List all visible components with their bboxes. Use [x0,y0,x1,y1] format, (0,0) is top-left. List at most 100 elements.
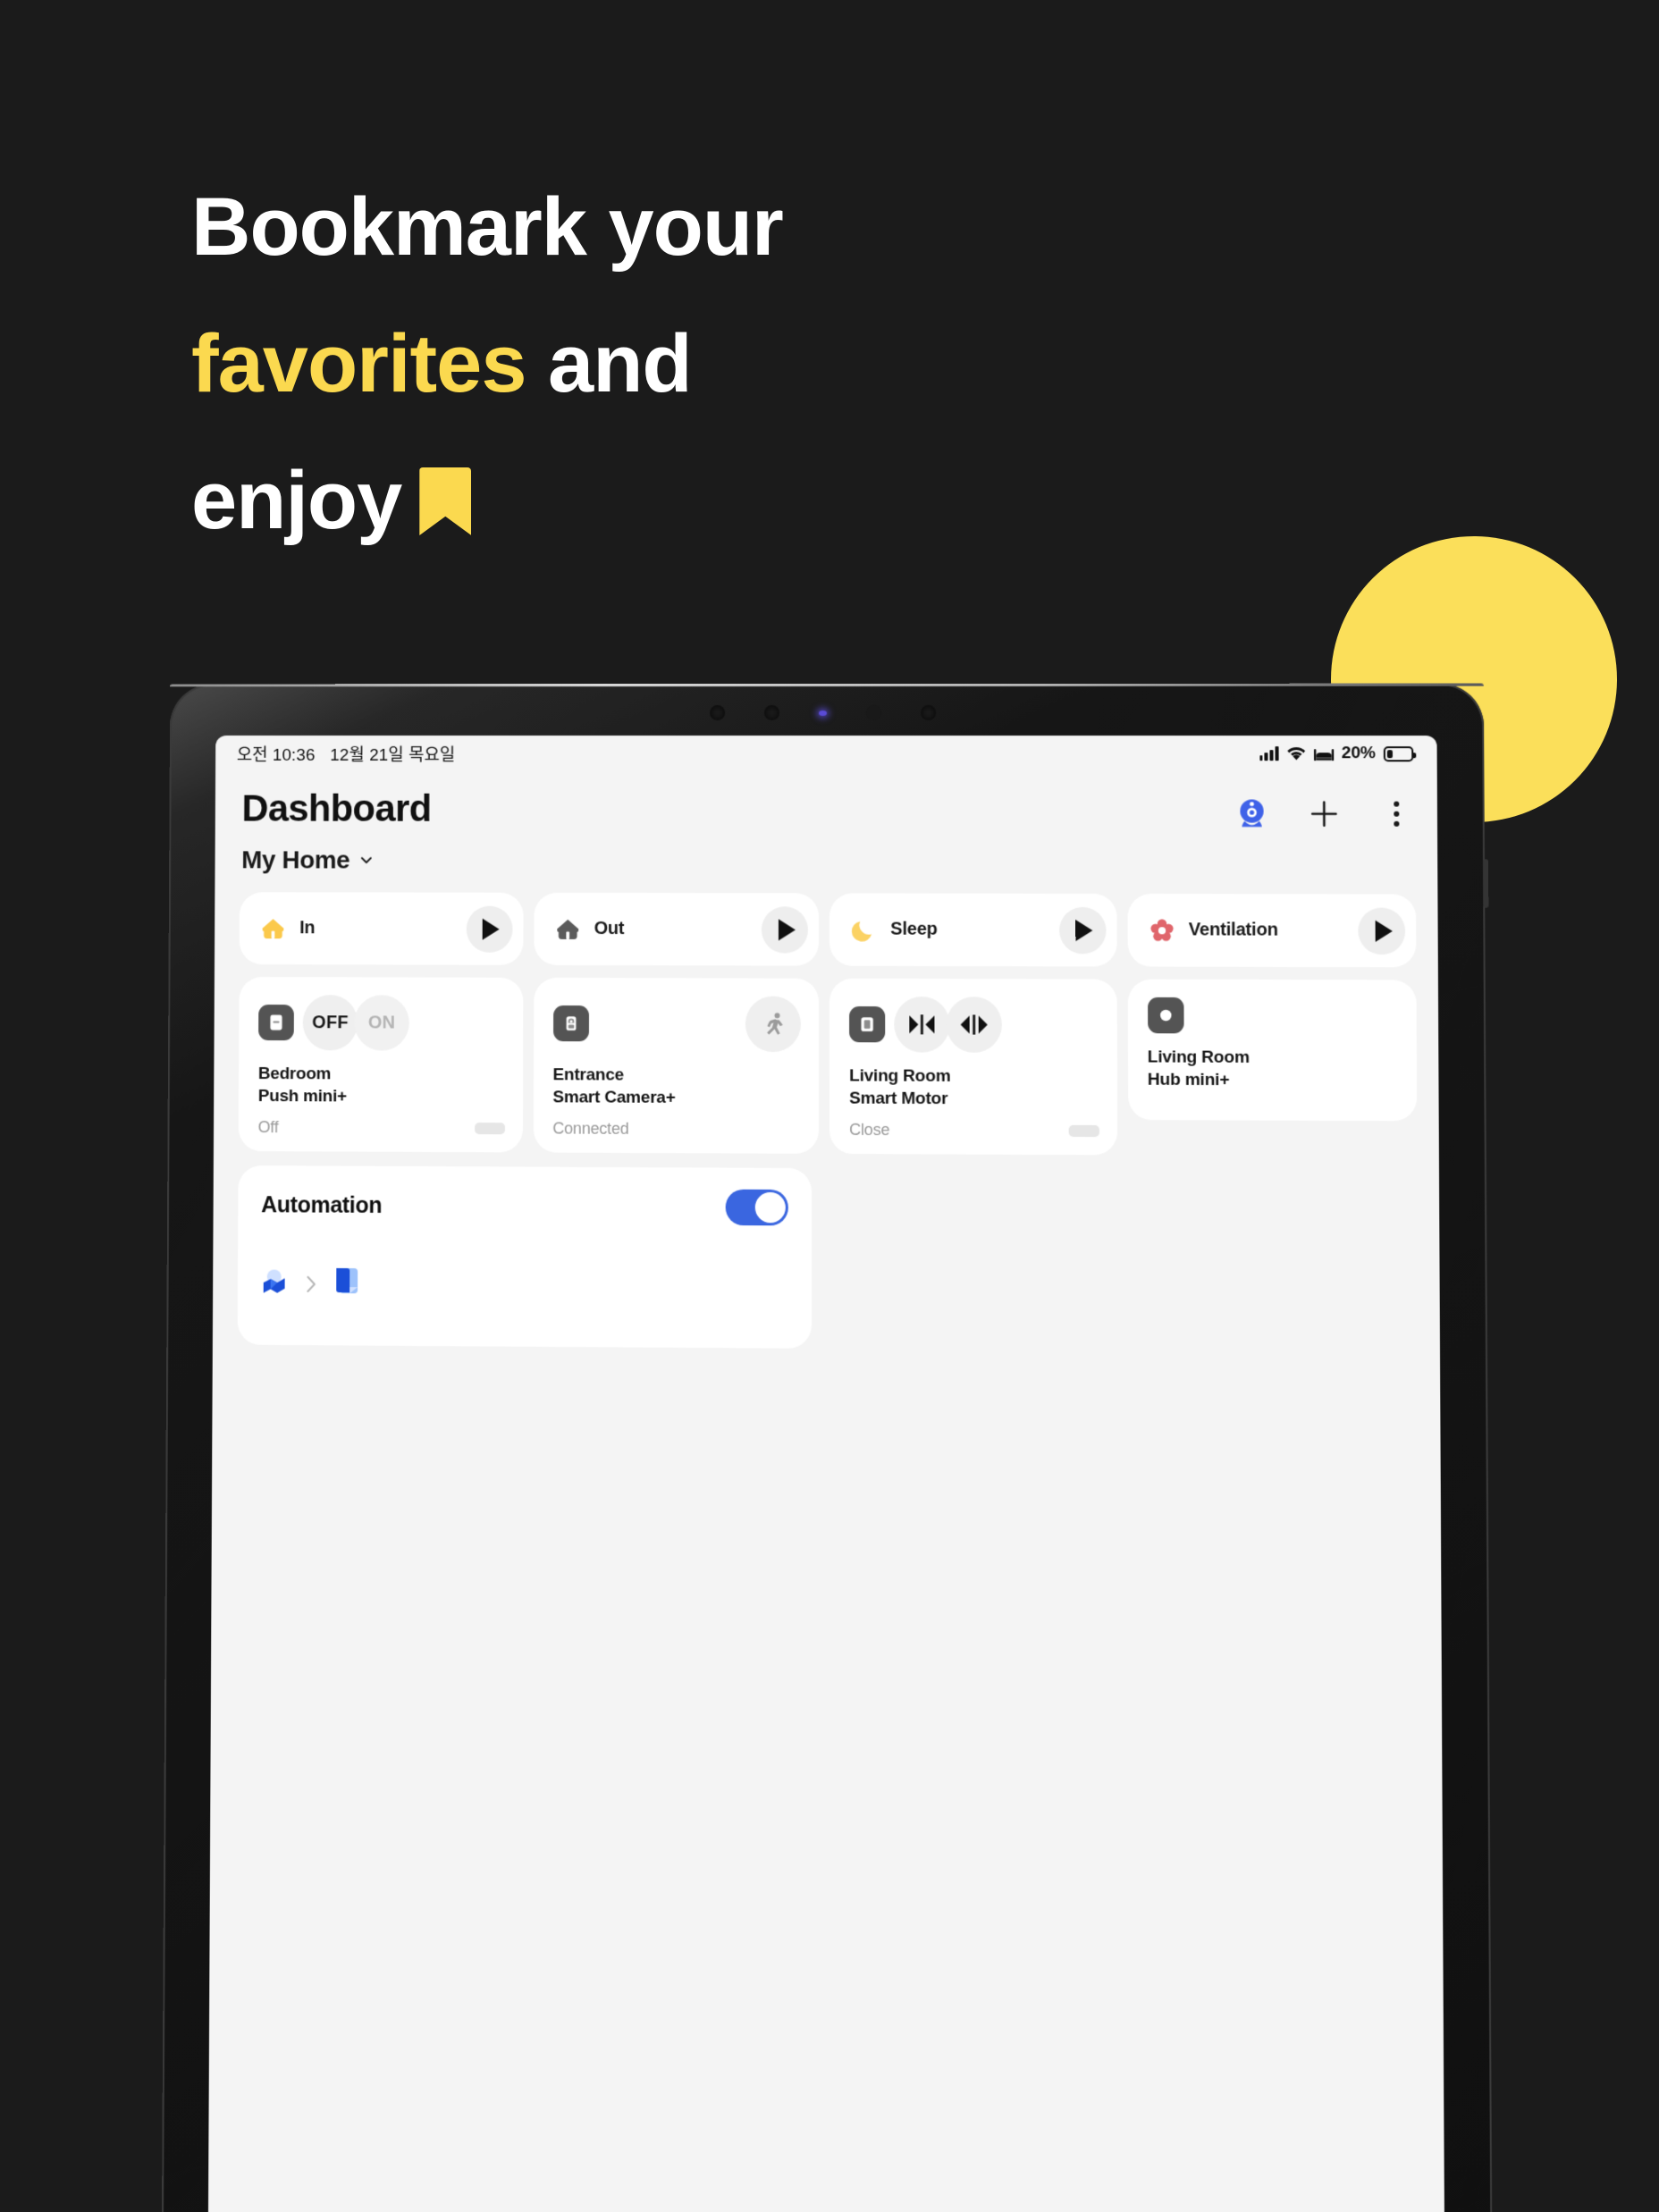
scene-label: Sleep [890,920,1058,941]
home-name-label: My Home [241,845,349,874]
flower-icon [1147,916,1175,945]
device-card-top: OFF ON [258,995,505,1051]
tablet-device: 오전 10:36 12월 21일 목요일 20% Dashboard My Ho… [165,684,1479,2212]
scene-card-sleep[interactable]: Sleep [830,893,1116,966]
front-camera-icon [764,705,779,720]
device-list: OFF ON Bedroom Push mini+ Off Entrance S… [214,964,1439,1156]
device-controls [745,997,801,1052]
automation-title: Automation [261,1192,382,1219]
push-switch-icon [258,1005,294,1040]
header-actions [1234,787,1413,831]
automation-section: Automation [213,1151,1440,1353]
motion-detect-icon[interactable] [745,997,801,1052]
page-title: Dashboard [241,787,431,830]
bookmark-icon [419,467,471,535]
status-bar-left: 오전 10:36 12월 21일 목요일 [237,741,456,765]
promo-headline: Bookmark your favorites and enjoy [191,159,783,569]
device-card-footer: Connected [552,1109,801,1140]
device-controls [894,997,1002,1053]
toggle-knob [755,1192,786,1223]
curtain-open-icon[interactable] [946,997,1001,1053]
headline-line-2-rest: and [526,318,692,409]
scene-card-out[interactable]: Out [534,893,819,966]
bed-icon [1314,747,1334,761]
status-time: 오전 10:36 [237,741,316,765]
headline-line-2: favorites and [191,296,783,433]
promo-screenshot: Bookmark your favorites and enjoy 오전 10:… [0,0,1659,2212]
off-button[interactable]: OFF [303,995,358,1050]
headline-line-3-text: enjoy [191,455,401,546]
device-room: Living Room [849,1064,1099,1088]
status-led-icon [819,711,827,716]
automation-flow [261,1266,788,1305]
device-card-top [849,997,1099,1053]
device-room: Living Room [1148,1046,1399,1069]
headline-highlight: favorites [191,318,526,409]
device-card-top [553,996,801,1052]
device-name: Living Room Hub mini+ [1148,1046,1399,1092]
scene-label: Out [594,919,762,939]
device-name: Entrance Smart Camera+ [552,1064,801,1109]
device-card-top [1148,997,1399,1034]
app-header: Dashboard My Home [215,771,1437,877]
device-room: Entrance [552,1064,800,1087]
tablet-screen: 오전 10:36 12월 21일 목요일 20% Dashboard My Ho… [207,736,1444,2212]
bot-assistant-icon[interactable] [1234,796,1269,830]
status-bar: 오전 10:36 12월 21일 목요일 20% [215,736,1437,771]
plus-icon[interactable] [1307,796,1342,830]
device-name: Living Room Smart Motor [849,1064,1099,1111]
device-card-smart-camera[interactable]: Entrance Smart Camera+ Connected [533,978,819,1154]
status-bar-right: 20% [1259,744,1413,763]
curtain-icon [849,1006,885,1042]
device-model: Hub mini+ [1148,1069,1399,1092]
headline-line-3: enjoy [191,433,783,569]
play-icon[interactable] [466,905,512,952]
header-title-block: Dashboard My Home [241,787,431,875]
curtain-close-icon[interactable] [894,997,949,1053]
play-icon[interactable] [1059,906,1106,953]
on-button[interactable]: ON [354,995,409,1050]
house-icon [259,914,288,943]
battery-percent-label: 20% [1342,744,1376,763]
device-status: Close [849,1121,889,1140]
device-card-hub-mini[interactable]: Living Room Hub mini+ [1127,980,1417,1122]
signal-icon [1259,746,1278,761]
chevron-down-icon [358,853,375,869]
device-card-footer: Close [849,1110,1099,1140]
wifi-icon [1286,746,1305,761]
status-date: 12월 21일 목요일 [330,741,455,765]
level-indicator [475,1123,505,1134]
automation-card[interactable]: Automation [238,1165,812,1349]
device-model: Smart Camera+ [552,1086,801,1109]
device-card-push-mini[interactable]: OFF ON Bedroom Push mini+ Off [239,977,523,1153]
battery-icon [1384,746,1413,761]
play-icon[interactable] [762,906,808,953]
device-card-footer: Off [258,1107,505,1138]
ambient-light-sensor-icon [921,705,936,720]
device-model: Smart Motor [849,1088,1099,1111]
device-card-smart-motor[interactable]: Living Room Smart Motor Close [830,979,1117,1156]
device-status: Connected [552,1120,628,1139]
scene-card-in[interactable]: In [240,892,523,965]
house-icon [553,914,582,943]
scene-label: In [299,918,466,938]
device-room: Bedroom [258,1063,505,1086]
front-sensor-array [170,705,1484,720]
play-icon[interactable] [1358,907,1405,955]
device-side-button[interactable] [1483,859,1488,908]
trigger-map-icon [261,1266,291,1301]
device-bezel: 오전 10:36 12월 21일 목요일 20% Dashboard My Ho… [161,684,1492,2212]
automation-toggle[interactable] [726,1190,788,1226]
device-status: Off [258,1118,279,1137]
device-model: Push mini+ [258,1085,505,1108]
proximity-sensor-icon [866,705,881,720]
scene-card-ventilation[interactable]: Ventilation [1127,894,1416,967]
home-selector[interactable]: My Home [241,845,431,874]
more-options-icon[interactable] [1379,797,1414,831]
moon-icon [849,915,878,944]
scene-list: In Out Sleep Ventilation [215,874,1438,967]
level-indicator [1068,1125,1099,1137]
automation-header: Automation [261,1187,788,1225]
action-device-icon [332,1266,360,1301]
chevron-right-icon [305,1274,317,1293]
